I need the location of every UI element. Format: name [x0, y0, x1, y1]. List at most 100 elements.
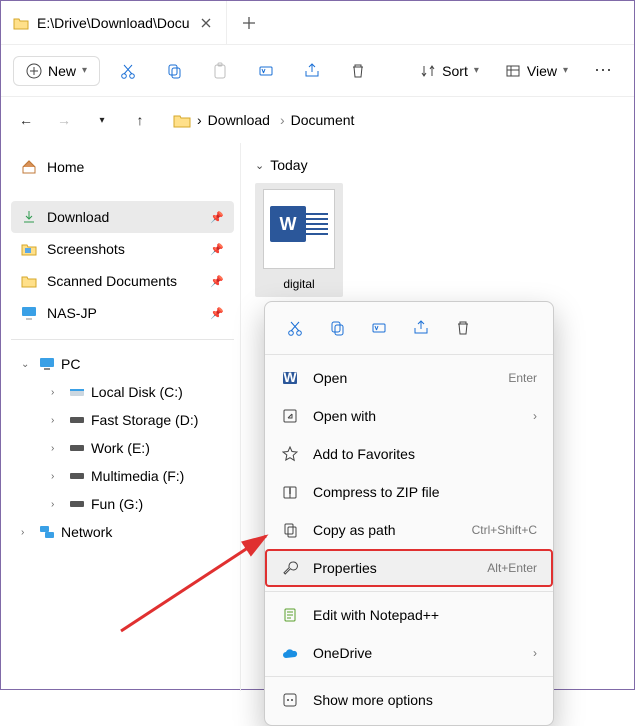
sidebar-item-network[interactable]: › Network — [11, 518, 234, 546]
word-doc-icon: W — [263, 189, 335, 269]
file-item[interactable]: W digital — [255, 183, 343, 297]
nav-row: ← → ▾ ↑ › Download› Document — [1, 97, 634, 143]
rename-icon[interactable] — [367, 316, 391, 340]
folder-icon — [13, 16, 29, 30]
chevron-right-icon: › — [21, 527, 33, 538]
sidebar-item-nas[interactable]: NAS-JP 📌 — [11, 297, 234, 329]
svg-text:W: W — [283, 370, 297, 385]
ctx-copy-path[interactable]: Copy as path Ctrl+Shift+C — [265, 511, 553, 549]
ctx-properties[interactable]: Properties Alt+Enter — [265, 549, 553, 587]
pin-icon: 📌 — [210, 211, 224, 224]
folder-icon — [21, 242, 37, 256]
star-icon — [281, 445, 299, 463]
rename-icon[interactable] — [248, 53, 284, 89]
pc-icon — [39, 357, 55, 371]
drive-icon — [69, 500, 85, 508]
tab-title: E:\Drive\Download\Docu — [37, 15, 190, 31]
chevron-down-icon: ⌄ — [255, 159, 264, 172]
new-tab-button[interactable] — [227, 1, 271, 44]
chevron-down-icon: ⌄ — [21, 359, 33, 370]
back-button[interactable]: ← — [13, 107, 39, 133]
home-icon — [21, 159, 37, 175]
sidebar-item-drive-e[interactable]: ›Work (E:) — [41, 434, 234, 462]
sort-button[interactable]: Sort ▾ — [412, 57, 487, 85]
window-tab[interactable]: E:\Drive\Download\Docu — [1, 1, 227, 44]
title-bar: E:\Drive\Download\Docu — [1, 1, 634, 45]
ctx-label: OneDrive — [313, 645, 519, 661]
ctx-label: Add to Favorites — [313, 446, 537, 462]
notepad-icon — [281, 606, 299, 624]
sort-label: Sort — [442, 63, 468, 79]
sidebar-item-label: Fun (G:) — [91, 496, 143, 512]
pin-icon: 📌 — [210, 243, 224, 256]
sidebar-item-screenshots[interactable]: Screenshots 📌 — [11, 233, 234, 265]
sidebar-item-home[interactable]: Home — [11, 151, 234, 183]
sidebar-item-scanned[interactable]: Scanned Documents 📌 — [11, 265, 234, 297]
ctx-open[interactable]: W Open Enter — [265, 359, 553, 397]
close-icon[interactable] — [198, 15, 214, 31]
sidebar-item-label: Download — [47, 209, 109, 225]
separator — [11, 339, 234, 340]
chevron-right-icon: › — [51, 471, 63, 482]
chevron-right-icon: › — [51, 443, 63, 454]
new-button-label: New — [48, 63, 76, 79]
copy-icon[interactable] — [156, 53, 192, 89]
chevron-down-icon: ▾ — [82, 65, 87, 76]
sidebar-item-drive-f[interactable]: ›Multimedia (F:) — [41, 462, 234, 490]
delete-icon[interactable] — [340, 53, 376, 89]
ctx-show-more[interactable]: Show more options — [265, 681, 553, 719]
chevron-right-icon: › — [51, 387, 63, 398]
share-icon[interactable] — [294, 53, 330, 89]
cut-icon[interactable] — [110, 53, 146, 89]
group-label: Today — [270, 157, 307, 173]
ctx-edit-npp[interactable]: Edit with Notepad++ — [265, 596, 553, 634]
delete-icon[interactable] — [451, 316, 475, 340]
sidebar-item-download[interactable]: Download 📌 — [11, 201, 234, 233]
sidebar-item-drive-g[interactable]: ›Fun (G:) — [41, 490, 234, 518]
group-header[interactable]: ⌄ Today — [255, 157, 620, 173]
chevron-down-icon: ▾ — [563, 65, 568, 76]
toolbar: New ▾ Sort ▾ View ▾ ⋯ — [1, 45, 634, 97]
more-icon[interactable]: ⋯ — [586, 53, 622, 89]
share-icon[interactable] — [409, 316, 433, 340]
cut-icon[interactable] — [283, 316, 307, 340]
zip-icon — [281, 483, 299, 501]
ctx-favorites[interactable]: Add to Favorites — [265, 435, 553, 473]
ctx-hint: Alt+Enter — [487, 561, 537, 575]
paste-icon[interactable] — [202, 53, 238, 89]
crumb-label[interactable]: Download — [208, 112, 270, 128]
sidebar-item-drive-c[interactable]: › Local Disk (C:) — [41, 378, 234, 406]
recent-chevron-icon[interactable]: ▾ — [89, 107, 115, 133]
ctx-label: Open — [313, 370, 494, 386]
ctx-label: Copy as path — [313, 522, 458, 538]
chevron-down-icon: ▾ — [474, 65, 479, 76]
up-button[interactable]: ↑ — [127, 107, 153, 133]
sidebar-item-label: Local Disk (C:) — [91, 384, 183, 400]
sidebar-item-drive-d[interactable]: ›Fast Storage (D:) — [41, 406, 234, 434]
folder-icon — [21, 274, 37, 288]
folder-icon — [173, 113, 191, 128]
sidebar-item-pc[interactable]: ⌄ PC — [11, 350, 234, 378]
open-with-icon — [281, 407, 299, 425]
forward-button[interactable]: → — [51, 107, 77, 133]
view-button[interactable]: View ▾ — [497, 57, 576, 85]
copy-icon[interactable] — [325, 316, 349, 340]
sidebar-item-label: Screenshots — [47, 241, 125, 257]
drive-icon — [69, 472, 85, 480]
ctx-label: Compress to ZIP file — [313, 484, 537, 500]
drive-icon — [69, 444, 85, 452]
network-icon — [39, 525, 55, 539]
ctx-compress[interactable]: Compress to ZIP file — [265, 473, 553, 511]
new-button[interactable]: New ▾ — [13, 56, 100, 86]
ctx-open-with[interactable]: Open with › — [265, 397, 553, 435]
chevron-right-icon: › — [533, 646, 537, 660]
ctx-onedrive[interactable]: OneDrive › — [265, 634, 553, 672]
sidebar-item-label: PC — [61, 356, 80, 372]
crumb-label[interactable]: Document — [291, 112, 355, 128]
breadcrumb[interactable]: › Download› Document — [165, 108, 362, 132]
context-menu: W Open Enter Open with › Add to Favorite… — [264, 301, 554, 726]
ctx-label: Show more options — [313, 692, 537, 708]
ctx-hint: Enter — [508, 371, 537, 385]
download-icon — [21, 209, 37, 225]
copy-path-icon — [281, 521, 299, 539]
